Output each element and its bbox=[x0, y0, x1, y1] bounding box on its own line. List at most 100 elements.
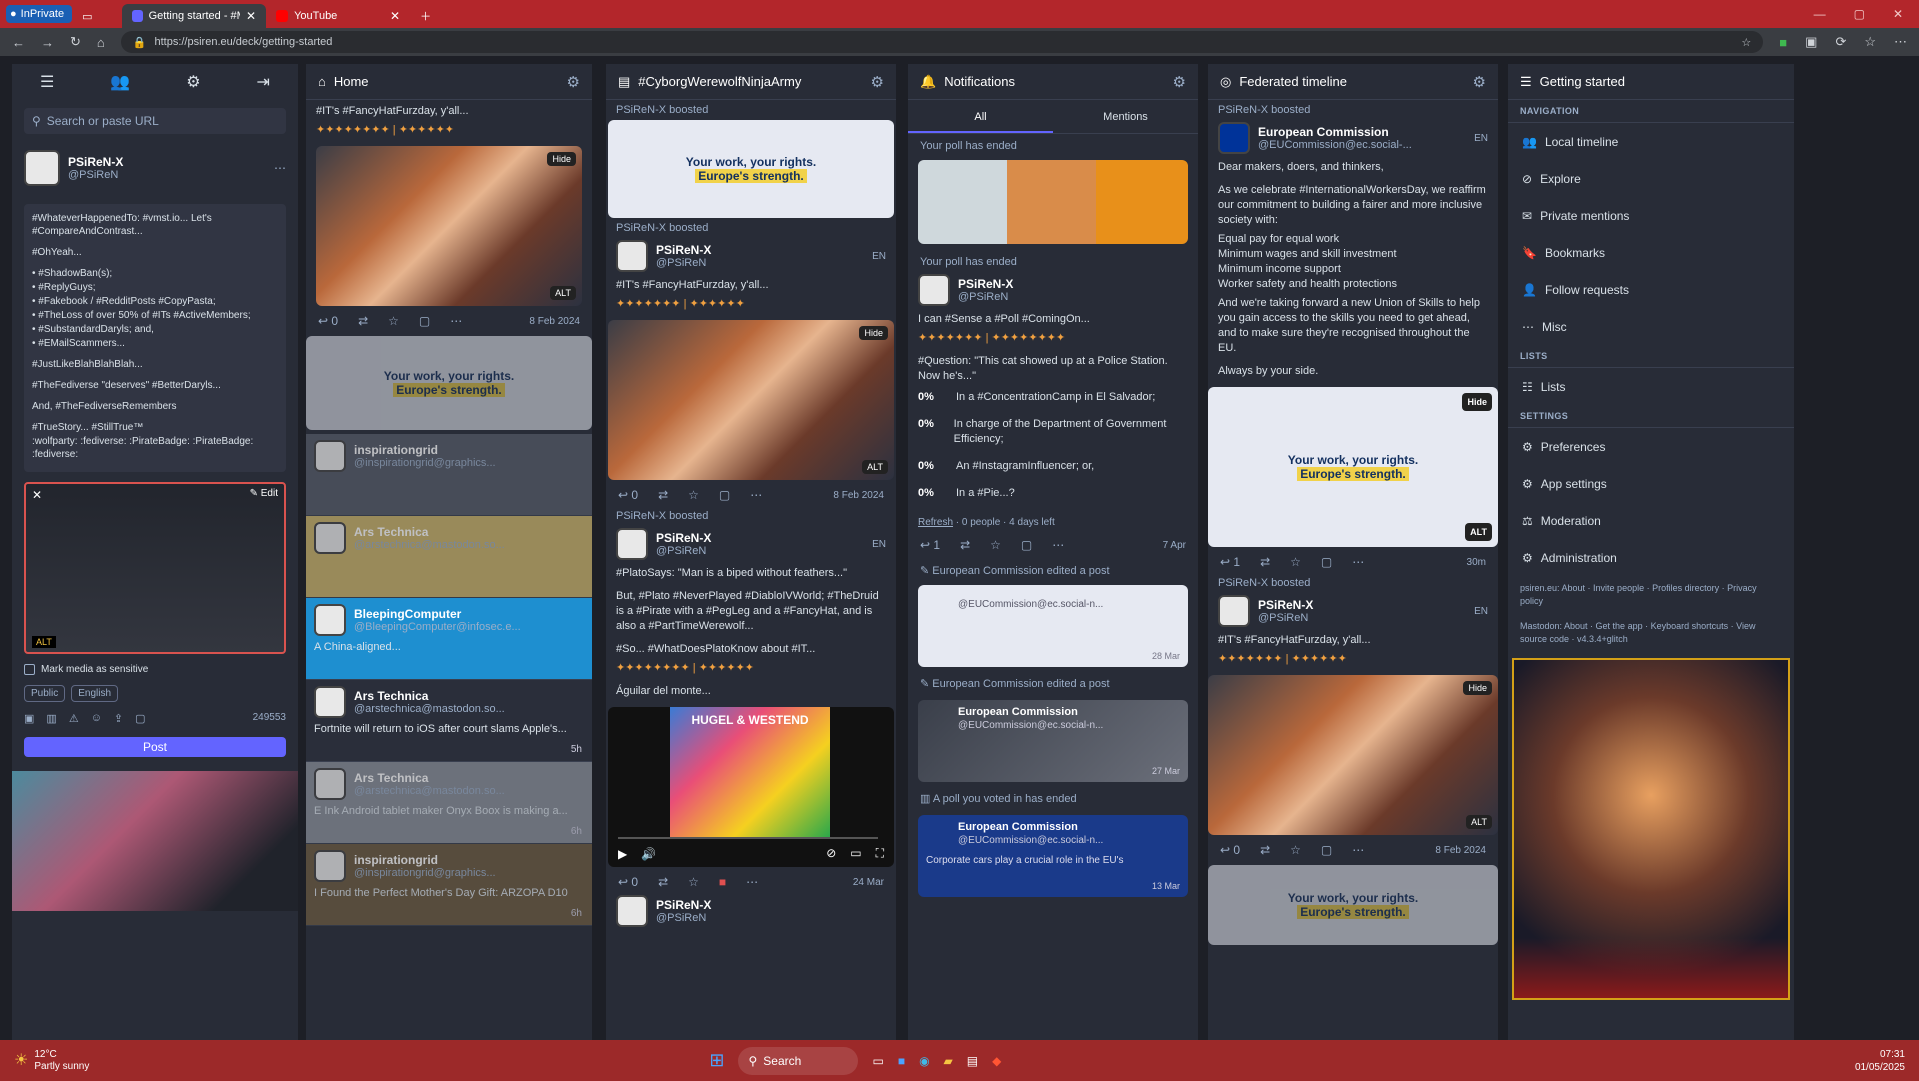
post-button[interactable]: Post bbox=[24, 737, 286, 757]
poll-post-preview[interactable]: European Commission @EUCommission@ec.soc… bbox=[918, 815, 1188, 897]
eu-banner[interactable]: Your work, your rights. Europe's strengt… bbox=[306, 336, 592, 430]
nav-moderation[interactable]: ⚖ Moderation bbox=[1508, 502, 1794, 539]
reply-icon[interactable]: ↩ 1 bbox=[920, 538, 940, 552]
nav-preferences[interactable]: ⚙ Preferences bbox=[1508, 428, 1794, 465]
tab-all[interactable]: All bbox=[908, 100, 1053, 133]
bookmark-icon[interactable]: ▢ bbox=[719, 488, 730, 502]
reply-icon[interactable]: ↩ 1 bbox=[1220, 555, 1240, 569]
new-tab-button[interactable]: ＋ bbox=[410, 4, 441, 28]
bookmark-icon[interactable]: ■ bbox=[719, 875, 726, 889]
sync-icon[interactable]: ⟳ bbox=[1835, 34, 1846, 50]
notifications-header[interactable]: 🔔 Notifications ⚙ bbox=[908, 64, 1198, 100]
close-tab-icon[interactable]: ✕ bbox=[246, 9, 256, 23]
favorite-icon[interactable]: ☆ bbox=[688, 875, 699, 889]
alt-badge[interactable]: ALT bbox=[862, 460, 888, 474]
post-author[interactable]: inspirationgrid @inspirationgrid@graphics… bbox=[314, 850, 584, 882]
post-author[interactable]: PSiReN-X @PSiReN EN bbox=[1208, 593, 1498, 629]
nav-lists[interactable]: ☷ Lists bbox=[1508, 368, 1794, 405]
inprivate-badge[interactable]: ● InPrivate bbox=[6, 5, 73, 23]
avatar[interactable] bbox=[1218, 122, 1250, 154]
checkbox[interactable] bbox=[24, 664, 35, 675]
avatar[interactable] bbox=[314, 440, 346, 472]
language-button[interactable]: English bbox=[71, 685, 119, 702]
list-item[interactable]: inspirationgrid @inspirationgrid@graphics… bbox=[306, 434, 592, 516]
column-settings-icon[interactable]: ⚙ bbox=[567, 73, 580, 91]
hide-button[interactable]: Hide bbox=[1463, 681, 1492, 695]
refresh-icon[interactable]: ↻ bbox=[70, 34, 81, 50]
nav-misc[interactable]: ⋯ Misc bbox=[1508, 308, 1794, 345]
fullscreen-icon[interactable]: ⛶ bbox=[876, 846, 884, 861]
weather-widget[interactable]: ☀ 12°C Partly sunny bbox=[0, 1049, 89, 1073]
music-link[interactable]: Águilar del monte... bbox=[606, 680, 896, 703]
sensitive-checkbox[interactable]: Mark media as sensitive bbox=[12, 660, 298, 679]
nav-administration[interactable]: ⚙ Administration bbox=[1508, 539, 1794, 576]
list-item[interactable]: inspirationgrid @inspirationgrid@graphics… bbox=[306, 844, 592, 926]
tab-actions-button[interactable]: ▭ bbox=[72, 4, 122, 28]
emoji-icon[interactable]: ☺ bbox=[91, 712, 102, 725]
post-image[interactable]: Hide ALT bbox=[608, 320, 894, 480]
post-author[interactable]: PSiReN-X @PSiReN bbox=[606, 893, 896, 929]
video-player[interactable]: HUGEL & WESTEND ▶ 🔊 ⊘ ▭ ⛶ bbox=[608, 707, 894, 867]
menu-dots-icon[interactable]: ⋯ bbox=[1894, 34, 1907, 50]
post-author[interactable]: Ars Technica @arstechnica@mastodon.so... bbox=[314, 686, 584, 718]
remove-media-icon[interactable]: ✕ bbox=[32, 488, 42, 502]
favorite-icon[interactable]: ☆ bbox=[1290, 843, 1301, 857]
avatar[interactable] bbox=[1218, 595, 1250, 627]
system-clock[interactable]: 07:31 01/05/2025 bbox=[1855, 1048, 1919, 1074]
reply-icon[interactable]: ↩ 0 bbox=[1220, 843, 1240, 857]
logout-icon[interactable]: ⇥ bbox=[257, 72, 270, 92]
footer-instance[interactable]: psiren.eu: About · Invite people · Profi… bbox=[1508, 576, 1794, 614]
boost-icon[interactable]: ⇄ bbox=[1260, 555, 1270, 569]
address-bar[interactable]: 🔒 https://psiren.eu/deck/getting-started… bbox=[120, 31, 1764, 53]
file-explorer-icon[interactable]: ▰ bbox=[944, 1054, 953, 1068]
home-icon[interactable]: ⌂ bbox=[97, 35, 105, 50]
avatar[interactable] bbox=[24, 150, 60, 186]
people-icon[interactable]: 👥 bbox=[110, 72, 130, 92]
nav-private-mentions[interactable]: ✉ Private mentions bbox=[1508, 197, 1794, 234]
more-icon[interactable]: ⋯ bbox=[274, 161, 286, 175]
attached-media[interactable]: ✕ ✎ Edit ALT bbox=[24, 482, 286, 654]
close-tab-icon[interactable]: ✕ bbox=[390, 9, 400, 23]
play-icon[interactable]: ▶ bbox=[618, 847, 627, 861]
poll-images[interactable] bbox=[918, 160, 1188, 244]
menu-icon[interactable]: ☰ bbox=[40, 72, 54, 92]
close-window-icon[interactable]: ✕ bbox=[1893, 7, 1903, 21]
home-header[interactable]: ⌂ Home ⚙ bbox=[306, 64, 592, 100]
bookmark-icon[interactable]: ▢ bbox=[1321, 555, 1332, 569]
getting-started-header[interactable]: ☰ Getting started bbox=[1508, 64, 1794, 100]
column-settings-icon[interactable]: ⚙ bbox=[1173, 73, 1186, 91]
reply-icon[interactable]: ↩ 0 bbox=[318, 314, 338, 328]
bookmark-icon[interactable]: ▢ bbox=[419, 314, 430, 328]
column-settings-icon[interactable]: ⚙ bbox=[871, 73, 884, 91]
more-icon[interactable]: ⋯ bbox=[746, 875, 758, 889]
boost-icon[interactable]: ⇄ bbox=[658, 488, 668, 502]
hide-button[interactable]: Hide bbox=[1462, 393, 1492, 411]
avatar[interactable] bbox=[616, 528, 648, 560]
edited-post-preview[interactable]: @EUCommission@ec.social-n... 28 Mar bbox=[918, 585, 1188, 667]
hide-button[interactable]: Hide bbox=[859, 326, 888, 340]
poll-icon[interactable]: ▥ bbox=[46, 712, 56, 725]
avatar[interactable] bbox=[314, 850, 346, 882]
minimize-icon[interactable]: — bbox=[1814, 7, 1826, 21]
bookmark-icon[interactable]: ▢ bbox=[135, 712, 145, 725]
list-item[interactable]: Ars Technica @arstechnica@mastodon.so... E… bbox=[306, 762, 592, 844]
task-view-icon[interactable]: ▭ bbox=[872, 1054, 883, 1068]
post-author[interactable]: inspirationgrid @inspirationgrid@graphics… bbox=[314, 440, 584, 472]
nav-app-settings[interactable]: ⚙ App settings bbox=[1508, 465, 1794, 502]
list-item[interactable]: Ars Technica @arstechnica@mastodon.so... F… bbox=[306, 680, 592, 762]
boost-icon[interactable]: ⇄ bbox=[358, 314, 368, 328]
more-icon[interactable]: ⋯ bbox=[750, 488, 762, 502]
favorite-icon[interactable]: ☆ bbox=[1290, 555, 1301, 569]
nav-explore[interactable]: ⊘ Explore bbox=[1508, 160, 1794, 197]
bookmark-icon[interactable]: ▢ bbox=[1021, 538, 1032, 552]
video-progress[interactable] bbox=[618, 837, 878, 839]
compose-textarea[interactable]: #WhateverHappenedTo: #vmst.io... Let's #… bbox=[24, 204, 286, 472]
footer-mastodon[interactable]: Mastodon: About · Get the app · Keyboard… bbox=[1508, 614, 1794, 652]
favorites-icon[interactable]: ☆ bbox=[1864, 34, 1876, 50]
post-author[interactable]: PSiReN-X @PSiReN bbox=[908, 272, 1198, 308]
outlook-icon[interactable]: ■ bbox=[898, 1054, 905, 1068]
column-settings-icon[interactable]: ⚙ bbox=[1473, 73, 1486, 91]
favorite-icon[interactable]: ☆ bbox=[388, 314, 399, 328]
bookmark-icon[interactable]: ▢ bbox=[1321, 843, 1332, 857]
tab-getting-started[interactable]: Getting started - #MastodonSpy... ✕ bbox=[122, 4, 267, 28]
